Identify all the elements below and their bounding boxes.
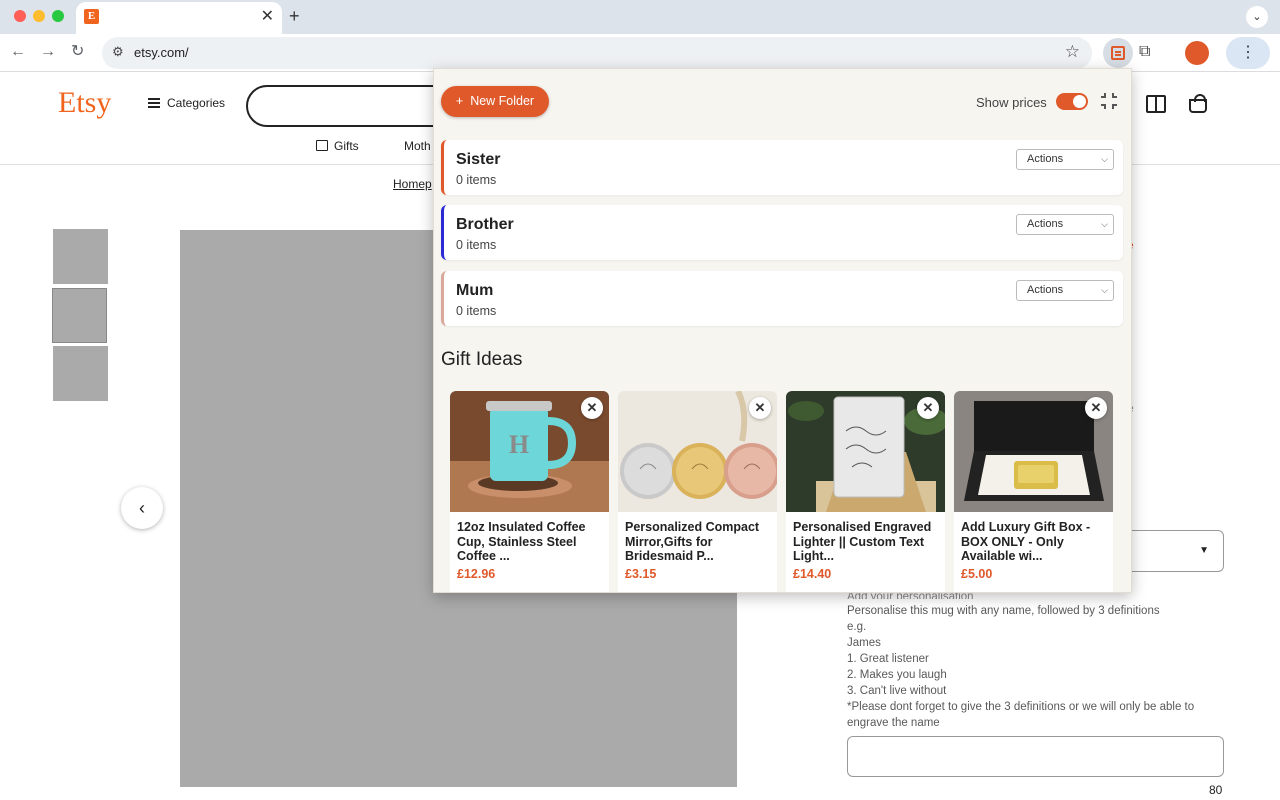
gift-idea-title[interactable]: Add Luxury Gift Box - BOX ONLY - Only Av…: [961, 520, 1109, 564]
window-close-button[interactable]: [14, 10, 26, 22]
product-image[interactable]: ✕: [786, 391, 945, 512]
personalisation-line: 2. Makes you laugh: [847, 669, 947, 681]
basket-icon[interactable]: [1189, 94, 1207, 113]
chevron-down-icon: ⌵: [1101, 154, 1108, 164]
browser-menu-button[interactable]: ⋮: [1226, 37, 1270, 69]
browser-tab-bar: E ✕ + ⌄: [0, 0, 1280, 34]
remove-icon[interactable]: ✕: [581, 397, 603, 419]
product-thumbnail[interactable]: [53, 229, 108, 284]
etsy-logo[interactable]: Etsy: [58, 86, 111, 120]
extension-list-icon: [1111, 46, 1125, 60]
folder-card-sister[interactable]: Sister 0 items Actions ⌵: [441, 140, 1123, 195]
window-zoom-button[interactable]: [52, 10, 64, 22]
show-prices-label: Show prices: [976, 95, 1047, 110]
address-bar[interactable]: ⚙ etsy.com/ ☆: [102, 37, 1092, 69]
hamburger-icon: [148, 98, 160, 108]
bookmark-star-icon[interactable]: ☆: [1065, 42, 1080, 62]
personalisation-line: James: [847, 637, 881, 649]
personalisation-textarea[interactable]: [847, 736, 1224, 777]
gift-idea-card[interactable]: ✕ Add Luxury Gift Box - BOX ONLY - Only …: [954, 391, 1113, 592]
site-settings-icon[interactable]: ⚙: [112, 44, 124, 60]
gift-idea-card[interactable]: ✕ Personalised Engraved Lighter || Custo…: [786, 391, 945, 592]
personalisation-line: Personalise this mug with any name, foll…: [847, 605, 1160, 617]
folder-name: Brother: [456, 216, 514, 233]
remove-icon[interactable]: ✕: [1085, 397, 1107, 419]
show-prices-toggle[interactable]: [1056, 93, 1088, 110]
remove-icon[interactable]: ✕: [749, 397, 771, 419]
personalisation-line: 1. Great listener: [847, 653, 929, 665]
profile-avatar[interactable]: [1185, 41, 1209, 65]
plus-icon: +: [455, 94, 464, 108]
gift-icon[interactable]: [1146, 95, 1166, 113]
folder-item-count: 0 items: [456, 173, 497, 187]
new-folder-label: New Folder: [470, 94, 535, 108]
chevron-down-icon: ⌵: [1101, 219, 1108, 229]
tab-search-button[interactable]: ⌄: [1246, 6, 1268, 28]
browser-toolbar: ← → ↻ ⚙ etsy.com/ ☆ ⧉ ⋮: [0, 34, 1280, 72]
extensions-puzzle-icon[interactable]: ⧉: [1139, 43, 1150, 61]
folder-card-mum[interactable]: Mum 0 items Actions ⌵: [441, 271, 1123, 326]
tab-close-icon[interactable]: ✕: [261, 8, 274, 26]
folder-item-count: 0 items: [456, 304, 497, 318]
folder-name: Sister: [456, 151, 501, 168]
personalisation-instructions: Add your personalisation Personalise thi…: [847, 591, 1217, 731]
nav-gifts-link[interactable]: Gifts: [316, 139, 359, 153]
personalisation-line: 3. Can't live without: [847, 685, 947, 697]
folder-actions-select[interactable]: Actions ⌵: [1016, 280, 1114, 301]
gift-idea-card[interactable]: H ✕ 12oz Insulated Coffee Cup, Stainless…: [450, 391, 609, 592]
personalisation-line: *Please dont forget to give the 3 defini…: [847, 701, 1195, 729]
gift-list-extension-popup: + New Folder Show prices Sister 0 items A…: [433, 68, 1132, 593]
nav-mothers-day-link[interactable]: Moth: [404, 139, 431, 153]
character-counter: 80: [1209, 783, 1223, 797]
remove-icon[interactable]: ✕: [917, 397, 939, 419]
folder-item-count: 0 items: [456, 238, 497, 252]
back-button[interactable]: ←: [10, 43, 26, 61]
personalisation-line: e.g.: [847, 621, 867, 633]
svg-text:H: H: [509, 430, 529, 459]
product-image[interactable]: H ✕: [450, 391, 609, 512]
gift-idea-price: £5.00: [961, 567, 993, 581]
etsy-favicon-icon: E: [84, 9, 99, 24]
gift-idea-price: £3.15: [625, 567, 657, 581]
breadcrumb[interactable]: Homep: [393, 177, 432, 191]
gift-idea-title[interactable]: 12oz Insulated Coffee Cup, Stainless Ste…: [457, 520, 605, 564]
gift-idea-title[interactable]: Personalised Engraved Lighter || Custom …: [793, 520, 941, 564]
product-thumbnail[interactable]: [52, 288, 107, 343]
product-image[interactable]: ✕: [618, 391, 777, 512]
minimize-icon[interactable]: [1101, 93, 1117, 109]
gift-ideas-heading: Gift Ideas: [441, 349, 523, 370]
new-tab-button[interactable]: +: [289, 6, 300, 26]
gift-idea-title[interactable]: Personalized Compact Mirror,Gifts for Br…: [625, 520, 773, 564]
gift-list-extension-button[interactable]: [1103, 38, 1133, 68]
reload-button[interactable]: ↻: [71, 43, 84, 61]
folder-actions-select[interactable]: Actions ⌵: [1016, 214, 1114, 235]
gift-idea-card[interactable]: ✕ Personalized Compact Mirror,Gifts for …: [618, 391, 777, 592]
gift-idea-price: £12.96: [457, 567, 496, 581]
carousel-prev-button[interactable]: ‹: [121, 487, 163, 529]
window-minimize-button[interactable]: [33, 10, 45, 22]
folder-name: Mum: [456, 282, 494, 299]
dropdown-arrow-icon: ▼: [1199, 545, 1209, 556]
gift-idea-price: £14.40: [793, 567, 832, 581]
nav-gifts-label: Gifts: [334, 139, 359, 153]
categories-menu[interactable]: Categories: [148, 96, 225, 110]
new-folder-button[interactable]: + New Folder: [441, 86, 549, 117]
chevron-down-icon: ⌵: [1101, 285, 1108, 295]
browser-tab[interactable]: E ✕: [76, 2, 282, 34]
folder-card-brother[interactable]: Brother 0 items Actions ⌵: [441, 205, 1123, 260]
forward-button[interactable]: →: [40, 43, 56, 61]
url-text[interactable]: etsy.com/: [134, 45, 189, 60]
gift-box-icon: [316, 140, 328, 151]
categories-label: Categories: [167, 96, 226, 110]
product-thumbnail[interactable]: [53, 346, 108, 401]
folder-actions-select[interactable]: Actions ⌵: [1016, 149, 1114, 170]
product-image[interactable]: ✕: [954, 391, 1113, 512]
